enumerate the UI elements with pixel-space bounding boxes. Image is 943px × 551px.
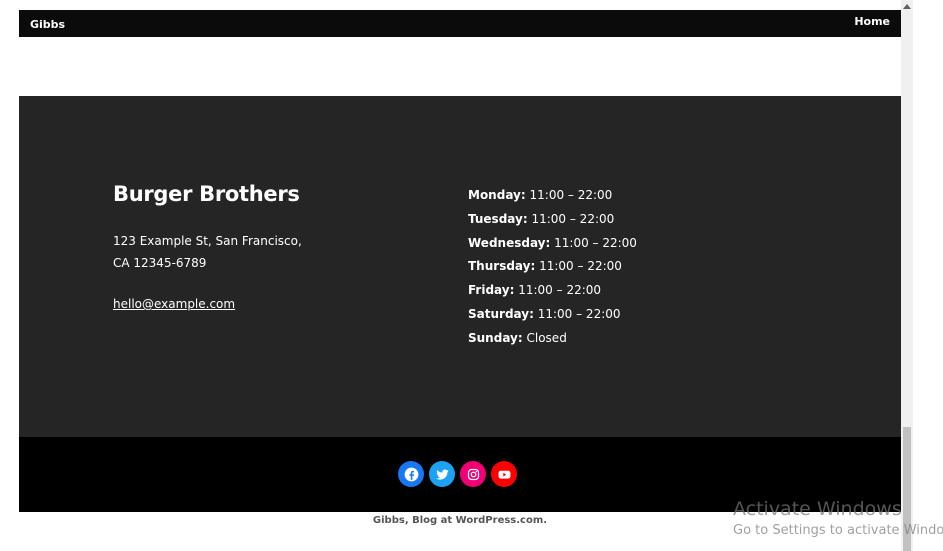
hours-row-thursday: Thursday: 11:00 – 22:00: [468, 255, 637, 279]
day-time: 11:00 – 22:00: [531, 211, 615, 226]
email-link[interactable]: hello@example.com: [113, 297, 235, 311]
site-title[interactable]: Gibbs: [30, 18, 65, 31]
hours-row-friday: Friday: 11:00 – 22:00: [468, 279, 637, 303]
day-label: Tuesday:: [468, 211, 528, 226]
twitter-icon[interactable]: [429, 461, 455, 487]
day-time: Closed: [526, 330, 567, 345]
activate-windows-watermark: Activate Windows Go to Settings to activ…: [733, 497, 943, 541]
day-label: Wednesday:: [468, 235, 551, 250]
nav-home-link[interactable]: Home: [854, 15, 890, 28]
vertical-scrollbar[interactable]: [901, 0, 913, 551]
web-page: Gibbs Home Burger Brothers 123 Example S…: [19, 0, 901, 551]
day-time: 11:00 – 22:00: [537, 306, 621, 321]
day-time: 11:00 – 22:00: [539, 259, 622, 274]
hours-row-tuesday: Tuesday: 11:00 – 22:00: [468, 208, 637, 232]
hours-row-monday: Monday: 11:00 – 22:00: [468, 184, 637, 208]
day-label: Friday:: [468, 283, 515, 298]
hours-row-sunday: Sunday: Closed: [468, 327, 637, 351]
day-label: Saturday:: [468, 306, 534, 321]
opening-hours: Monday: 11:00 – 22:00 Tuesday: 11:00 – 2…: [468, 184, 637, 351]
day-label: Sunday:: [468, 330, 523, 345]
watermark-subtitle: Go to Settings to activate Windows.: [733, 523, 943, 538]
browser-viewport: Gibbs Home Burger Brothers 123 Example S…: [0, 0, 943, 551]
scroll-up-arrow-icon[interactable]: [903, 4, 911, 9]
hours-row-wednesday: Wednesday: 11:00 – 22:00: [468, 232, 637, 256]
business-name: Burger Brothers: [113, 182, 300, 206]
instagram-icon[interactable]: [460, 461, 486, 487]
address-line-2: CA 12345-6789: [113, 256, 207, 270]
facebook-icon[interactable]: [398, 461, 424, 487]
address-line-1: 123 Example St, San Francisco,: [113, 234, 302, 248]
footer-info-section: Burger Brothers 123 Example St, San Fran…: [19, 96, 901, 437]
day-time: 11:00 – 22:00: [518, 283, 602, 298]
day-time: 11:00 – 22:00: [529, 188, 613, 202]
business-address: 123 Example St, San Francisco, CA 12345-…: [113, 230, 302, 274]
day-time: 11:00 – 22:00: [554, 235, 637, 250]
hours-row-saturday: Saturday: 11:00 – 22:00: [468, 303, 637, 327]
watermark-title: Activate Windows: [733, 498, 902, 520]
day-label: Thursday:: [468, 259, 536, 274]
day-label: Monday:: [468, 188, 526, 202]
top-nav-bar: Gibbs Home: [19, 10, 901, 37]
social-icons: [398, 461, 517, 487]
youtube-icon[interactable]: [491, 461, 517, 487]
